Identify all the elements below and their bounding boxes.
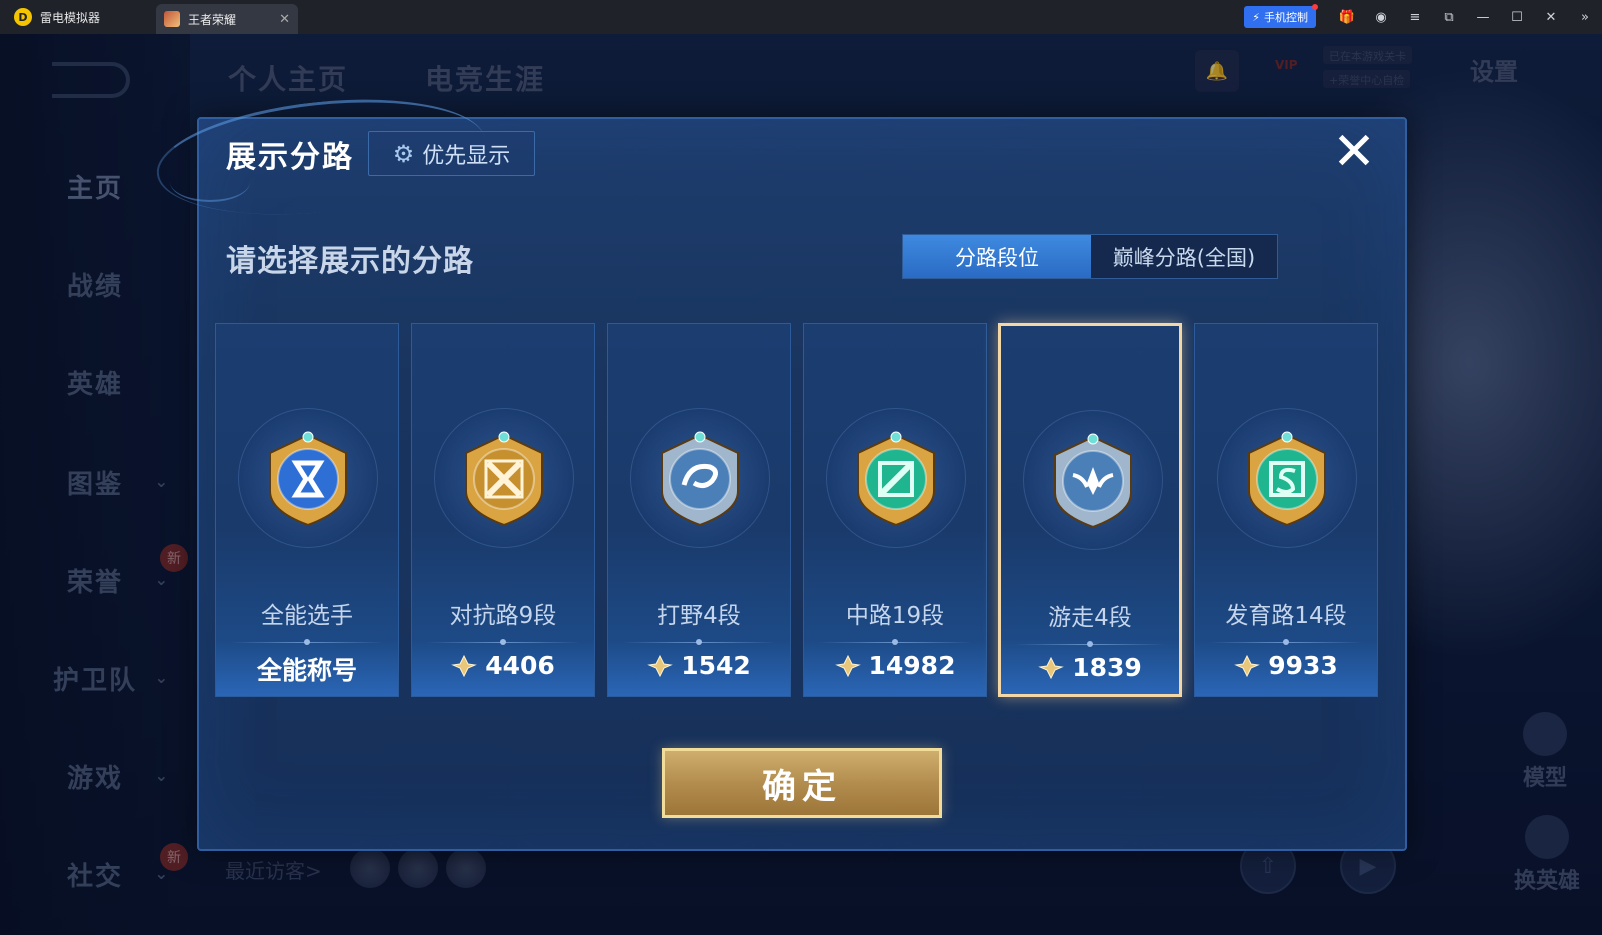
- card-divider: [1209, 639, 1363, 645]
- expand-sidebar-icon[interactable]: »: [1568, 0, 1602, 34]
- lane-name: 中路19段: [845, 603, 945, 629]
- confirm-button[interactable]: 确定: [662, 748, 942, 818]
- card-divider: [818, 639, 972, 645]
- gear-icon: ⚙: [392, 139, 415, 168]
- lane-points-icon: [647, 654, 674, 677]
- lane-score-value: 9933: [1268, 651, 1338, 680]
- roam-badge-icon: [1054, 433, 1132, 529]
- app-tab[interactable]: D 雷电模拟器: [0, 0, 156, 34]
- lightning-icon: ⚡: [1252, 10, 1260, 24]
- lane-points-icon: [451, 654, 478, 677]
- card-divider: [622, 639, 776, 645]
- lane-name: 对抗路9段: [449, 603, 557, 629]
- lane-score: 9933: [1195, 651, 1377, 680]
- lane-score: 1839: [1001, 653, 1179, 682]
- close-dialog-icon[interactable]: ✕: [1326, 124, 1382, 180]
- close-window-icon[interactable]: ✕: [1534, 0, 1568, 34]
- phone-control-button[interactable]: ⚡ 手机控制: [1244, 4, 1318, 28]
- card-divider: [230, 639, 384, 645]
- lane-points-icon: [1234, 654, 1261, 677]
- clash-lane-badge-icon: [465, 431, 543, 527]
- lane-card[interactable]: 发育路14段 9933: [1194, 323, 1378, 697]
- maximize-icon[interactable]: ☐: [1500, 0, 1534, 34]
- lane-card[interactable]: 全能选手 全能称号: [215, 323, 399, 697]
- card-divider: [1015, 641, 1165, 647]
- lane-score: 1542: [608, 651, 790, 680]
- menu-icon[interactable]: ≡: [1398, 0, 1432, 34]
- card-divider: [426, 639, 580, 645]
- user-icon[interactable]: ◉: [1364, 0, 1398, 34]
- app-logo-icon: D: [14, 8, 32, 26]
- dialog-title: 展示分路: [226, 140, 354, 175]
- lane-score-value: 1839: [1072, 653, 1142, 682]
- notification-dot: [1312, 4, 1318, 10]
- tab-lane-rank[interactable]: 分路段位: [903, 235, 1091, 278]
- lane-score: 全能称号: [216, 651, 398, 687]
- lane-card[interactable]: 游走4段 1839: [998, 323, 1182, 697]
- lane-score-value: 14982: [868, 651, 956, 680]
- lane-card[interactable]: 中路19段 14982: [803, 323, 987, 697]
- lane-score: 4406: [412, 651, 594, 680]
- all-rounder-badge-icon: [269, 431, 347, 527]
- app-name: 雷电模拟器: [40, 10, 101, 25]
- tab-peak-lane-national[interactable]: 巅峰分路(全国): [1091, 235, 1277, 278]
- priority-display-label: 优先显示: [422, 143, 511, 169]
- game-tab-label: 王者荣耀: [188, 12, 237, 27]
- lane-score-value: 全能称号: [256, 656, 357, 685]
- lane-score-value: 1542: [681, 651, 751, 680]
- lane-name: 打野4段: [657, 603, 741, 629]
- jungle-badge-icon: [661, 431, 739, 527]
- emulator-titlebar: D 雷电模拟器 王者荣耀 ✕ ⚡ 手机控制 🎁 ◉ ≡ ⧉ — ☐ ✕ »: [0, 0, 1602, 34]
- farm-lane-badge-icon: [1248, 431, 1326, 527]
- lane-points-icon: [1038, 656, 1065, 679]
- minimize-icon[interactable]: —: [1466, 0, 1500, 34]
- lane-score: 14982: [804, 651, 986, 680]
- lane-name: 游走4段: [1048, 605, 1132, 631]
- phone-control-label: 手机控制: [1264, 11, 1308, 24]
- game-icon: [164, 11, 180, 27]
- lane-card[interactable]: 打野4段 1542: [607, 323, 791, 697]
- gift-icon[interactable]: 🎁: [1330, 0, 1364, 34]
- mid-lane-badge-icon: [857, 431, 935, 527]
- game-tab[interactable]: 王者荣耀 ✕: [156, 4, 298, 34]
- lane-tab-switcher: 分路段位 巅峰分路(全国): [902, 234, 1278, 279]
- select-lane-prompt: 请选择展示的分路: [226, 244, 474, 279]
- close-tab-icon[interactable]: ✕: [279, 12, 290, 27]
- priority-display-button[interactable]: ⚙ 优先显示: [368, 131, 535, 176]
- restore-window-icon[interactable]: ⧉: [1432, 0, 1466, 34]
- lane-points-icon: [834, 654, 861, 677]
- lane-score-value: 4406: [485, 651, 555, 680]
- lane-name: 发育路14段: [1225, 603, 1347, 629]
- lane-card[interactable]: 对抗路9段 4406: [411, 323, 595, 697]
- lane-name: 全能选手: [261, 603, 353, 629]
